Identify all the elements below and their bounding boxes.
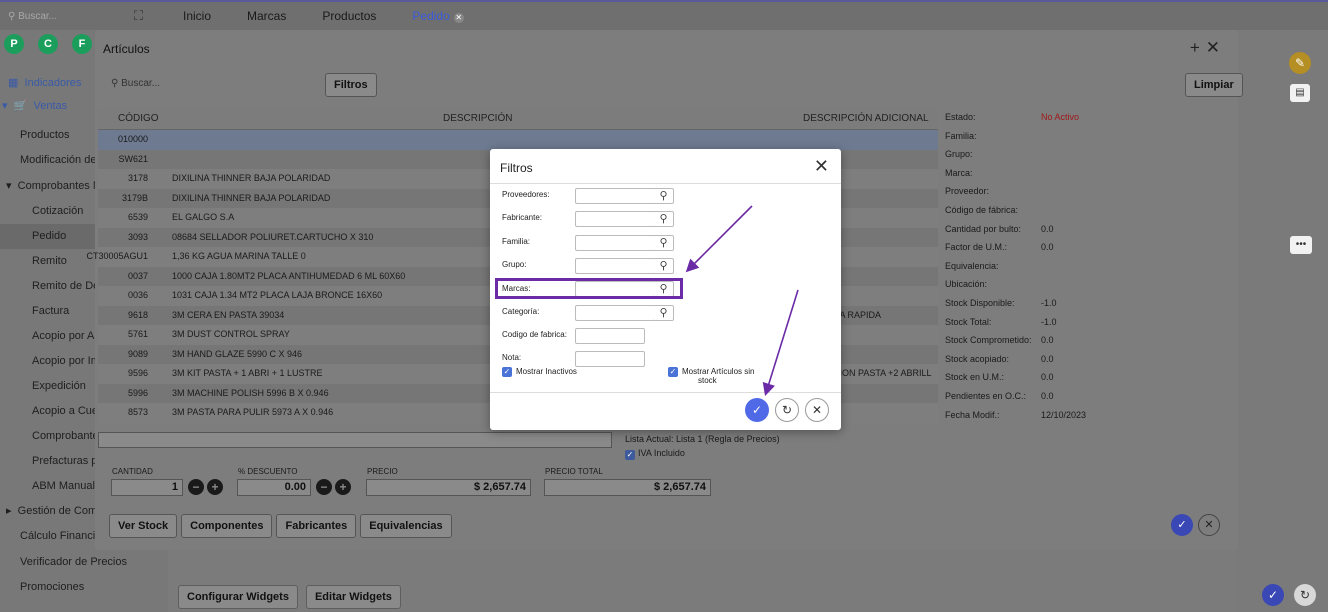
annotation-arrows xyxy=(685,205,799,397)
arrow-to-apply xyxy=(762,289,799,397)
arrow-to-marcas xyxy=(685,205,753,273)
